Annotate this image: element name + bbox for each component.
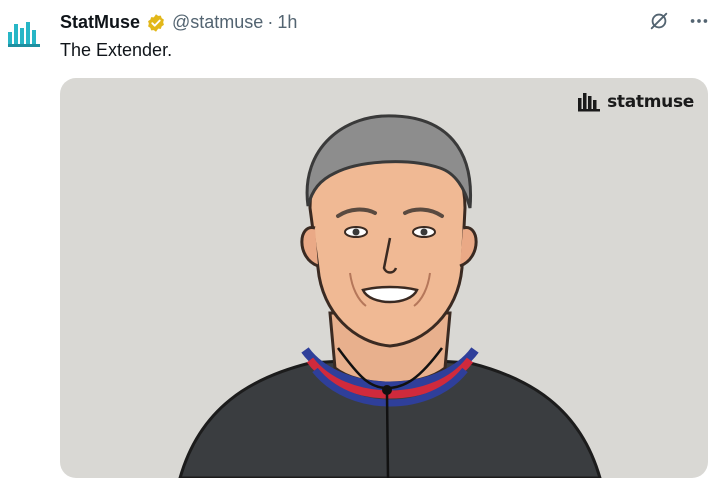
verified-badge-icon [146,13,166,33]
tweet-media[interactable]: statmuse [60,78,708,478]
account-name[interactable]: StatMuse [60,12,140,33]
account-handle[interactable]: @statmuse [172,12,263,33]
tweet-header: StatMuse @statmuse · 1h [60,12,297,33]
player-illustration [178,114,602,478]
statmuse-logo-icon [8,22,40,47]
grok-icon[interactable] [648,10,670,32]
more-icon[interactable] [688,10,710,32]
tweet-actions [648,10,710,32]
separator-dot: · [267,12,274,32]
tweet-text: The Extender. [60,40,173,60]
timestamp[interactable]: 1h [277,12,297,33]
avatar[interactable] [0,10,50,60]
